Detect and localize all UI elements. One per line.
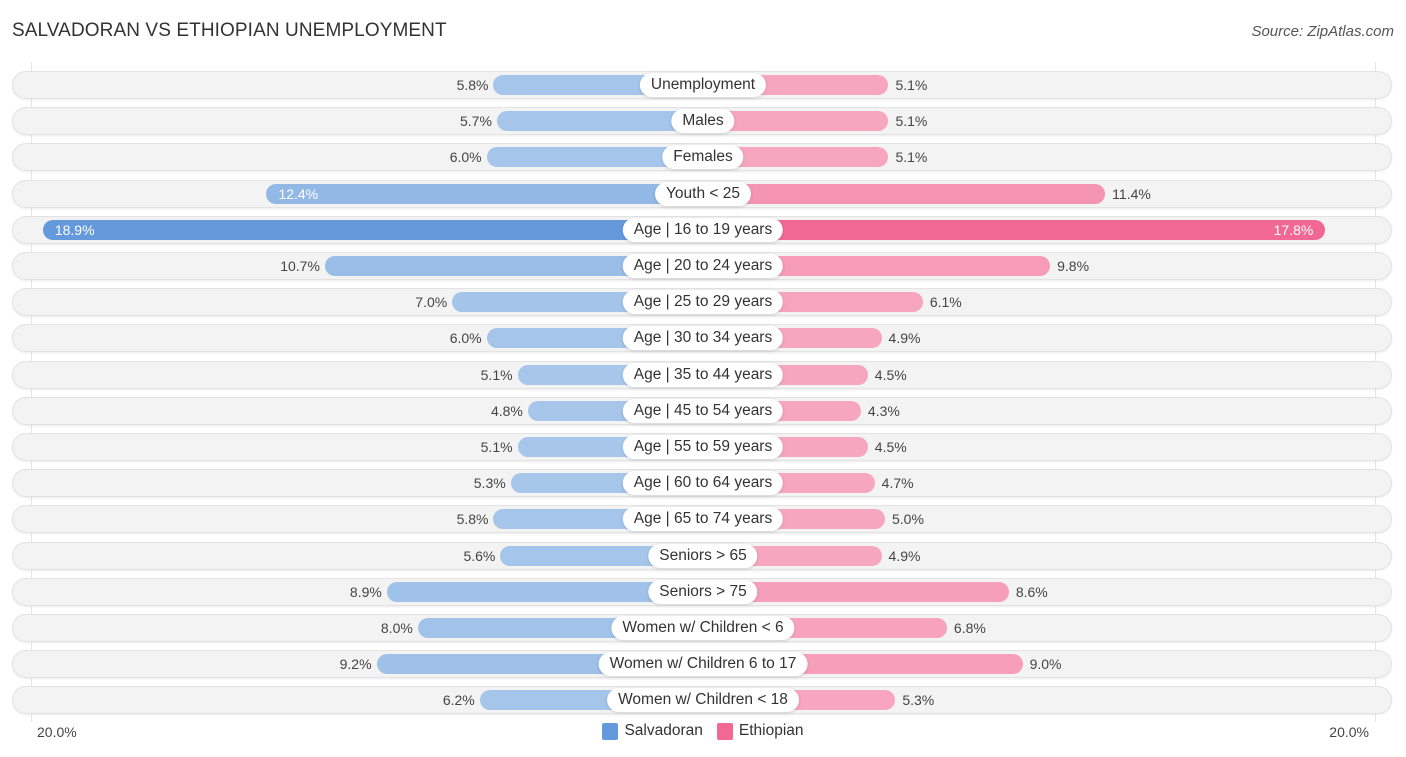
value-ethiopian: 6.8% bbox=[953, 620, 986, 636]
value-ethiopian: 6.1% bbox=[929, 294, 962, 311]
value-salvadoran: 8.0% bbox=[380, 620, 413, 636]
category-label: Males bbox=[671, 109, 735, 134]
value-salvadoran: 5.1% bbox=[480, 439, 513, 455]
value-salvadoran: 5.6% bbox=[463, 547, 496, 564]
value-ethiopian: 4.3% bbox=[867, 402, 900, 419]
legend: Salvadoran Ethiopian bbox=[0, 722, 1406, 740]
category-label: Age | 20 to 24 years bbox=[622, 254, 784, 278]
value-ethiopian: 4.5% bbox=[874, 439, 907, 455]
value-ethiopian: 9.0% bbox=[1029, 656, 1062, 673]
legend-item-ethiopian[interactable]: Ethiopian bbox=[716, 722, 804, 740]
legend-item-salvadoran[interactable]: Salvadoran bbox=[602, 722, 703, 740]
value-salvadoran: 10.7% bbox=[280, 258, 320, 274]
bar-salvadoran[interactable] bbox=[42, 219, 703, 240]
category-label: Age | 30 to 34 years bbox=[622, 326, 784, 351]
value-salvadoran: 12.4% bbox=[278, 185, 319, 202]
value-salvadoran: 18.9% bbox=[54, 221, 95, 238]
legend-label-salvadoran: Salvadoran bbox=[624, 722, 703, 739]
category-label: Age | 55 to 59 years bbox=[622, 435, 784, 459]
legend-swatch-salvadoran bbox=[602, 722, 619, 740]
value-ethiopian: 5.1% bbox=[895, 77, 928, 93]
value-ethiopian: 4.7% bbox=[881, 475, 914, 492]
value-ethiopian: 11.4% bbox=[1112, 185, 1151, 202]
category-label: Age | 65 to 74 years bbox=[622, 507, 784, 532]
value-salvadoran: 6.0% bbox=[449, 330, 482, 347]
value-salvadoran: 5.1% bbox=[480, 366, 513, 383]
value-salvadoran: 5.8% bbox=[456, 77, 489, 93]
category-label: Females bbox=[662, 145, 744, 170]
category-label: Unemployment bbox=[639, 73, 767, 97]
bar-ethiopian[interactable] bbox=[703, 219, 1326, 240]
value-salvadoran: 8.9% bbox=[349, 583, 382, 600]
bar-salvadoran[interactable] bbox=[266, 183, 703, 204]
value-salvadoran: 5.3% bbox=[473, 475, 506, 492]
value-ethiopian: 5.1% bbox=[895, 149, 928, 166]
category-label: Seniors > 75 bbox=[648, 579, 758, 604]
value-ethiopian: 4.9% bbox=[888, 547, 921, 564]
value-salvadoran: 5.8% bbox=[456, 511, 489, 528]
bar-ethiopian[interactable] bbox=[703, 183, 1106, 204]
category-label: Age | 60 to 64 years bbox=[622, 471, 784, 496]
category-label: Women w/ Children < 18 bbox=[607, 688, 799, 713]
category-label: Women w/ Children 6 to 17 bbox=[598, 652, 808, 677]
category-label: Age | 45 to 54 years bbox=[622, 398, 784, 423]
category-label: Youth < 25 bbox=[655, 181, 751, 206]
value-salvadoran: 9.2% bbox=[339, 656, 372, 673]
value-ethiopian: 5.0% bbox=[892, 511, 924, 528]
value-ethiopian: 17.8% bbox=[1273, 221, 1314, 238]
legend-swatch-ethiopian bbox=[716, 722, 733, 740]
value-salvadoran: 7.0% bbox=[415, 294, 448, 311]
legend-label-ethiopian: Ethiopian bbox=[738, 722, 804, 739]
value-ethiopian: 5.1% bbox=[895, 113, 928, 130]
value-ethiopian: 4.9% bbox=[888, 330, 921, 347]
value-salvadoran: 6.0% bbox=[449, 149, 482, 166]
value-salvadoran: 6.2% bbox=[442, 692, 475, 709]
value-ethiopian: 9.8% bbox=[1057, 258, 1090, 274]
category-label: Women w/ Children < 6 bbox=[611, 616, 795, 640]
category-label: Age | 16 to 19 years bbox=[622, 217, 784, 242]
category-label: Seniors > 65 bbox=[648, 543, 758, 568]
value-salvadoran: 4.8% bbox=[490, 402, 523, 419]
category-label: Age | 25 to 29 years bbox=[622, 290, 784, 315]
value-ethiopian: 5.3% bbox=[902, 692, 935, 709]
chart-rows: 5.8% 5.1% Unemployment 5.7% 5.1% Males 6.0% 5.1… bbox=[0, 0, 1406, 757]
value-salvadoran: 5.7% bbox=[460, 113, 492, 130]
value-ethiopian: 4.5% bbox=[874, 366, 907, 383]
value-ethiopian: 8.6% bbox=[1015, 583, 1048, 600]
category-label: Age | 35 to 44 years bbox=[622, 362, 784, 387]
